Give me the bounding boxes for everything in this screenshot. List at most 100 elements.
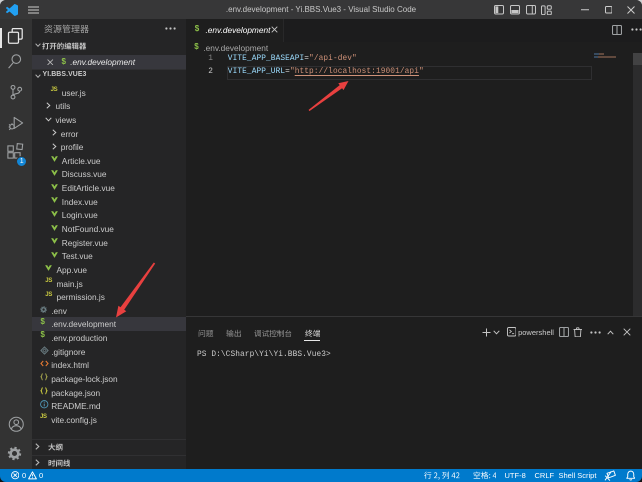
feedback-icon[interactable] — [604, 470, 617, 481]
sidebar-item-explorer[interactable] — [0, 28, 32, 45]
minimap-slider[interactable] — [633, 53, 642, 65]
tab-env-development[interactable]: $ .env.development — [186, 19, 284, 42]
section-outline-label — [48, 443, 63, 451]
account-icon[interactable] — [0, 416, 32, 433]
toggle-sidebar-left-icon[interactable] — [494, 5, 504, 15]
jsonlock-file-icon — [40, 371, 49, 384]
sidebar-item-search[interactable] — [0, 54, 32, 74]
tree-item-profile[interactable]: profile — [32, 140, 186, 154]
split-terminal-icon[interactable] — [559, 327, 569, 337]
code-line-2: 2VITE_APP_URL="http://localhost:19001/ap… — [186, 66, 642, 79]
tree-item-README.md[interactable]: README.md — [32, 399, 186, 413]
tree-item-label: App.vue — [57, 265, 87, 275]
tree-item-utils[interactable]: utils — [32, 99, 186, 113]
close-tab-icon[interactable] — [271, 26, 278, 33]
toggle-sidebar-right-icon[interactable] — [526, 5, 536, 15]
tree-item-error[interactable]: error — [32, 126, 186, 140]
terminal-prompt[interactable]: PS D:\CSharp\Yi\Yi.BBS.Vue3> — [197, 349, 331, 362]
tree-item-Discuss.vue[interactable]: Discuss.vue — [32, 167, 186, 181]
chevron-right-icon — [35, 459, 40, 466]
tree-item-index.html[interactable]: index.html — [32, 358, 186, 372]
tree-item-Index.vue[interactable]: Index.vue — [32, 194, 186, 208]
problems-status[interactable]: 0 0 — [11, 469, 51, 482]
panel-tab-debug_console[interactable] — [254, 329, 292, 340]
panel-tab-problems[interactable] — [198, 329, 214, 340]
tree-item-.env.development[interactable]: $.env.development — [32, 317, 186, 331]
tree-item-label: error — [61, 129, 79, 139]
tree-item-label: .env — [51, 306, 67, 316]
js-file-icon: JS — [51, 85, 60, 98]
editor-more-actions-icon[interactable] — [631, 28, 642, 31]
tree-item-label: permission.js — [57, 292, 105, 302]
panel-more-actions-icon[interactable] — [590, 331, 601, 334]
panel-tab-output[interactable] — [226, 329, 242, 340]
chevron-right-icon — [51, 126, 59, 139]
customize-layout-icon[interactable] — [541, 5, 552, 16]
tree-item-EditArticle.vue[interactable]: EditArticle.vue — [32, 181, 186, 195]
tree-item-App.vue[interactable]: App.vue — [32, 262, 186, 276]
maximize-panel-icon[interactable] — [607, 330, 614, 335]
token-var: VITE_APP_BASEAPI — [228, 55, 304, 63]
tree-item-Test.vue[interactable]: Test.vue — [32, 249, 186, 263]
tree-item-label: utils — [56, 101, 71, 111]
language-mode[interactable]: Shell Script — [559, 469, 597, 482]
tree-item-.gitignore[interactable]: .gitignore — [32, 344, 186, 358]
terminal-dropdown-icon[interactable] — [493, 330, 500, 335]
breadcrumb-file: .env.development — [203, 43, 268, 53]
encoding[interactable]: UTF-8 — [505, 469, 526, 482]
js-file-icon: JS — [45, 290, 54, 303]
tree-item-views[interactable]: views — [32, 112, 186, 126]
vue-file-icon — [51, 167, 60, 180]
tree-item-label: views — [56, 115, 77, 125]
tree-item-permission.js[interactable]: JSpermission.js — [32, 290, 186, 304]
code-editor[interactable]: 1VITE_APP_BASEAPI="/api-dev"2VITE_APP_UR… — [186, 53, 642, 316]
tree-item-package-lock.json[interactable]: package-lock.json — [32, 371, 186, 385]
token-str: "/api-dev" — [309, 55, 357, 63]
panel-tab-terminal[interactable] — [305, 329, 321, 340]
close-panel-icon[interactable] — [623, 328, 631, 336]
tree-item-main.js[interactable]: JSmain.js — [32, 276, 186, 290]
js-file-icon: JS — [45, 276, 54, 289]
vue-file-icon — [51, 222, 60, 235]
tree-item-Login.vue[interactable]: Login.vue — [32, 208, 186, 222]
toggle-panel-icon[interactable] — [510, 5, 520, 15]
settings-gear-icon[interactable] — [0, 446, 32, 463]
section-outline[interactable] — [32, 439, 186, 455]
indentation[interactable] — [473, 471, 497, 482]
section-timeline[interactable] — [32, 455, 186, 469]
errors-icon — [11, 471, 19, 479]
vue-file-icon — [51, 235, 60, 248]
shellscript-icon: $ — [195, 24, 199, 33]
eol-sequence[interactable]: CRLF — [535, 469, 555, 482]
split-editor-icon[interactable] — [612, 25, 622, 35]
cursor-position[interactable] — [424, 471, 460, 482]
warning-count: 0 — [39, 469, 43, 482]
tree-item-package.json[interactable]: package.json — [32, 385, 186, 399]
sidebar-item-extensions[interactable]: 1 — [0, 143, 32, 169]
sidebar-item-run-debug[interactable] — [0, 114, 32, 134]
sidebar-item-source-control[interactable] — [0, 84, 32, 104]
json-file-icon — [40, 385, 49, 398]
tree-item-user.js[interactable]: JSuser.js — [32, 85, 186, 99]
tree-item-Register.vue[interactable]: Register.vue — [32, 235, 186, 249]
tree-item-Article.vue[interactable]: Article.vue — [32, 153, 186, 167]
token-var: VITE_APP_URL — [228, 68, 285, 76]
breadcrumb[interactable]: $ .env.development — [186, 42, 642, 53]
close-window-icon[interactable] — [627, 6, 635, 14]
html-file-icon — [40, 358, 49, 371]
maximize-icon[interactable] — [605, 6, 613, 14]
shellscript-icon: $ — [194, 42, 198, 51]
minimize-icon[interactable] — [581, 9, 589, 11]
token-link: http://localhost:19001/api — [295, 68, 419, 76]
tree-item-.env.production[interactable]: $.env.production — [32, 331, 186, 345]
kill-terminal-icon[interactable] — [573, 327, 583, 338]
shell-name[interactable]: powershell — [518, 328, 554, 337]
tree-item-label: package.json — [51, 388, 100, 398]
notifications-bell-icon[interactable] — [626, 470, 636, 481]
tree-item-NotFound.vue[interactable]: NotFound.vue — [32, 222, 186, 236]
new-terminal-icon[interactable] — [482, 328, 491, 337]
tree-item-vite.config.js[interactable]: JSvite.config.js — [32, 412, 186, 426]
scrollbar[interactable] — [633, 53, 642, 316]
tree-item-.env[interactable]: .env — [32, 303, 186, 317]
bottom-panel: PS D:\CSharp\Yi\Yi.BBS.Vue3> powershell — [186, 316, 642, 469]
